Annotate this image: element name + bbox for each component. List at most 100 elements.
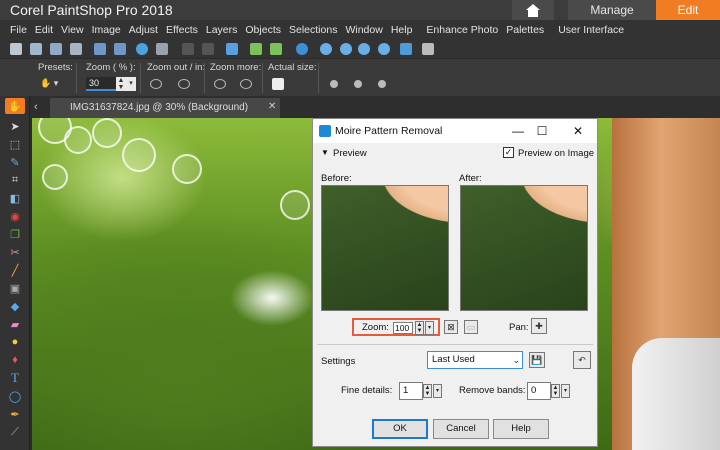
cancel-button[interactable]: Cancel [433,419,489,439]
close-button[interactable]: ✕ [569,123,587,139]
rotate-right-icon[interactable] [270,43,282,55]
resize-icon[interactable] [226,43,238,55]
fit-window-icon[interactable] [400,43,412,55]
menu-user-interface[interactable]: User Interface [554,24,628,36]
menu-file[interactable]: File [6,24,31,36]
menu-edit[interactable]: Edit [31,24,57,36]
zoom-actual-icon[interactable] [378,43,390,55]
screenshot-icon[interactable] [70,43,82,55]
eraser-tool-icon[interactable]: ▰ [5,316,25,332]
ok-button[interactable]: OK [372,419,428,439]
open-icon[interactable] [50,43,62,55]
text-tool-icon[interactable]: T [5,370,25,386]
save-icon[interactable] [94,43,106,55]
menu-enhance-photo[interactable]: Enhance Photo [422,24,502,36]
dialog-app-icon [319,125,331,137]
menu-window[interactable]: Window [341,24,386,36]
pan-button[interactable]: ✚ [531,318,547,334]
preview-collapse-icon[interactable]: ▼ [321,148,329,157]
pan-tool-icon[interactable]: ✋ [5,98,25,114]
before-preview[interactable] [321,185,449,311]
menu-view[interactable]: View [57,24,88,36]
selection-tool-icon[interactable]: ⬚ [5,136,25,152]
info-icon[interactable] [296,43,308,55]
zoom-in-icon[interactable] [178,79,190,89]
menu-image[interactable]: Image [88,24,125,36]
help-button[interactable]: Help [493,419,549,439]
zoom-more-out-icon[interactable] [214,79,226,89]
zoom-out-icon[interactable] [358,43,370,55]
fine-details-input[interactable]: 1 [399,382,423,400]
menu-layers[interactable]: Layers [202,24,242,36]
red-eye-tool-icon[interactable]: ◉ [5,208,25,224]
zoom-in-icon[interactable] [320,43,332,55]
remove-bands-spinner[interactable]: ▲ ▼ [551,384,560,398]
menu-adjust[interactable]: Adjust [125,24,162,36]
menu-objects[interactable]: Objects [241,24,285,36]
new-file-icon[interactable] [10,43,22,55]
zoom-percent-input[interactable]: 30 [86,77,116,91]
fine-details-spinner[interactable]: ▲ ▼ [423,384,432,398]
pen-tool-icon[interactable]: ✒ [5,406,25,422]
actual-size-icon[interactable] [272,78,284,90]
after-preview[interactable] [460,185,588,311]
clone-tool-icon[interactable]: ❐ [5,226,25,242]
fine-details-dropdown[interactable]: ▾ [433,384,442,398]
undo-icon[interactable] [182,43,194,55]
dialog-title-bar: Moire Pattern Removal — ☐ ✕ [313,119,597,143]
presets-dropdown[interactable]: ✋ ▾ [40,78,64,90]
grid-icon[interactable] [422,43,434,55]
redo-icon[interactable] [202,43,214,55]
picture-tube-icon[interactable]: ♦ [5,352,25,368]
pick-tool-icon[interactable]: ➤ [5,118,25,134]
menu-selections[interactable]: Selections [285,24,341,36]
standard-toolbar [0,40,720,58]
scratch-remover-icon[interactable]: ✂ [5,244,25,260]
zoom-spinner[interactable]: ▲ ▼ [415,321,424,335]
zoom-more-in-icon[interactable] [240,79,252,89]
close-tab-icon[interactable]: ✕ [268,101,276,112]
color-changer-icon[interactable]: ● [5,334,25,350]
menu-help[interactable]: Help [387,24,417,36]
save-preset-button[interactable]: 💾 [529,352,545,368]
fit-option-icon[interactable] [378,80,386,88]
save-as-icon[interactable] [114,43,126,55]
zoom-input[interactable]: 100 [393,322,413,334]
zoom-label: Zoom: [362,322,389,333]
zoom-in-more-icon[interactable] [340,43,352,55]
menu-effects[interactable]: Effects [162,24,202,36]
chevron-left-icon[interactable]: ‹ [34,101,38,113]
print-icon[interactable] [156,43,168,55]
rotate-left-icon[interactable] [250,43,262,55]
zoom-spinner[interactable]: ▲ ▼ [116,77,126,91]
gradient-tool-icon[interactable]: ▣ [5,280,25,296]
warp-brush-icon[interactable]: ⟋ [5,424,25,440]
zoom-out-icon[interactable] [150,79,162,89]
zoom-dropdown[interactable]: ▾ [126,77,136,91]
menu-palettes[interactable]: Palettes [502,24,548,36]
paint-brush-icon[interactable]: ╱ [5,262,25,278]
settings-preset-select[interactable]: Last Used ⌄ [427,351,523,369]
browse-icon[interactable] [30,43,42,55]
dropper-tool-icon[interactable]: ✎ [5,154,25,170]
preview-on-image-checkbox[interactable]: ✓ [503,147,514,158]
document-tab[interactable]: IMG31637824.jpg @ 30% (Background) [50,98,280,118]
zoom-dropdown[interactable]: ▾ [425,321,434,335]
maximize-button[interactable]: ☐ [533,123,551,139]
zoom-fit-button[interactable]: ⊠ [444,320,458,334]
tab-edit[interactable]: Edit [656,0,720,20]
fit-option-icon[interactable] [330,80,338,88]
remove-bands-input[interactable]: 0 [527,382,551,400]
reset-button[interactable]: ↶ [573,351,591,369]
crop-tool-icon[interactable]: ⌗ [5,172,25,188]
remove-bands-dropdown[interactable]: ▾ [561,384,570,398]
tab-manage[interactable]: Manage [568,0,656,20]
zoom-actual-button[interactable]: ▭ [464,320,478,334]
minimize-button[interactable]: — [509,123,527,139]
shape-tool-icon[interactable]: ◯ [5,388,25,404]
share-icon[interactable] [136,43,148,55]
fill-tool-icon[interactable]: ◆ [5,298,25,314]
fit-option-icon[interactable] [354,80,362,88]
straighten-tool-icon[interactable]: ◧ [5,190,25,206]
home-button[interactable] [512,0,554,20]
